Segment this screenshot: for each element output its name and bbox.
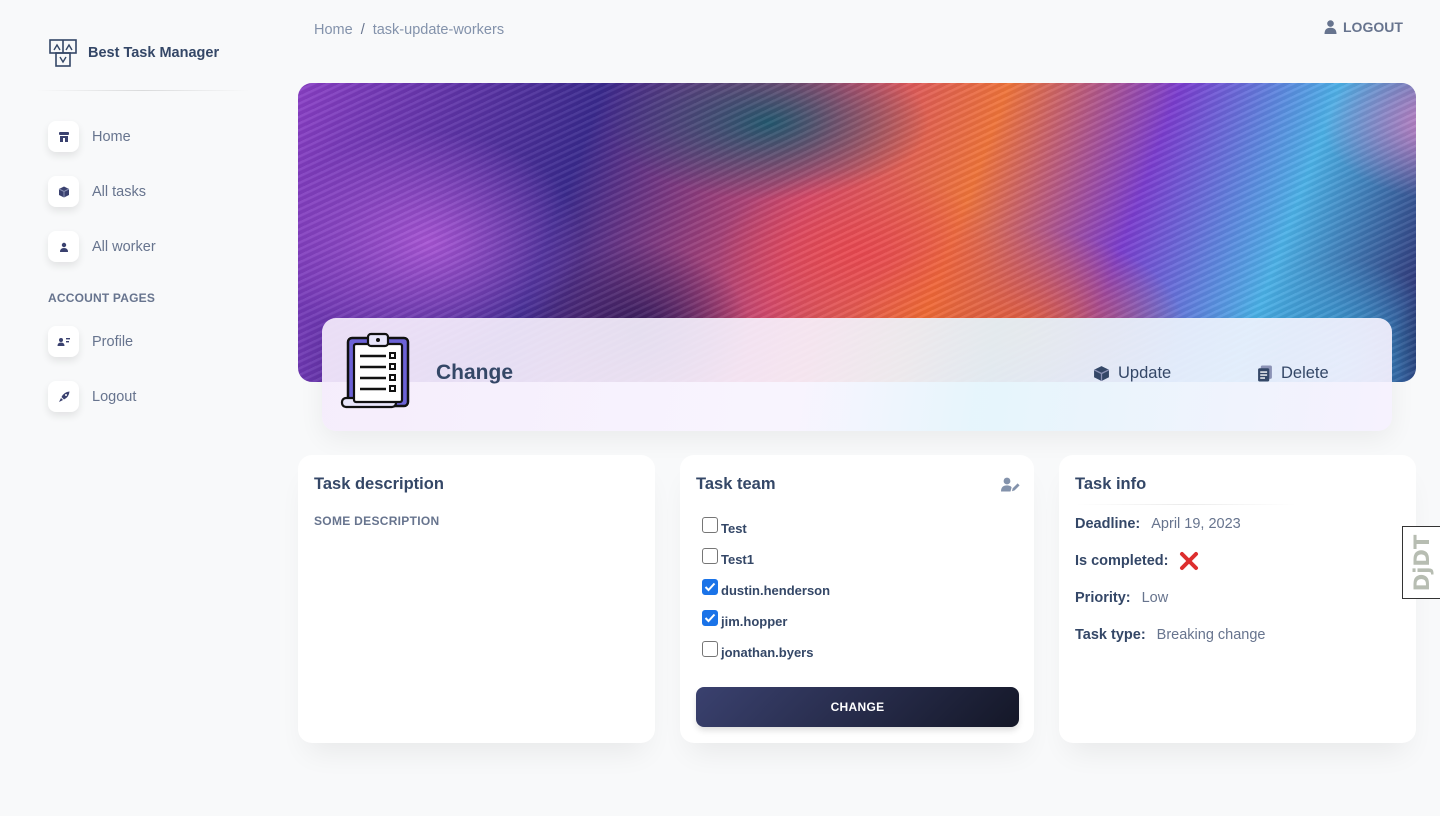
card-title: Task team: [696, 475, 776, 493]
shop-icon: [48, 121, 79, 152]
box-icon: [48, 176, 79, 207]
deadline-value: April 19, 2023: [1151, 516, 1241, 532]
worker-row: jim.hopper: [702, 610, 788, 629]
box-icon: [1093, 366, 1110, 381]
task-description-card: Task description SOME DESCRIPTION: [298, 455, 655, 743]
sidebar-item-logout[interactable]: Logout: [48, 381, 136, 412]
user-edit-icon[interactable]: [1001, 477, 1020, 492]
breadcrumb-home-link[interactable]: Home: [314, 22, 353, 38]
worker-row: jonathan.byers: [702, 641, 814, 660]
task-description-text: SOME DESCRIPTION: [314, 514, 440, 528]
clipboard-icon: [340, 332, 410, 409]
cross-mark-icon: [1180, 552, 1199, 570]
sidebar: Best Task Manager Home All tasks All wor…: [0, 0, 290, 816]
user-card-icon: [48, 326, 79, 357]
logout-link[interactable]: LOGOUT: [1324, 19, 1403, 35]
deadline-row: Deadline: April 19, 2023: [1075, 516, 1241, 532]
card-divider: [1075, 504, 1297, 505]
user-icon: [1324, 20, 1337, 34]
breadcrumb: Home / task-update-workers: [314, 22, 504, 38]
worker-checkbox-jonathan-byers[interactable]: [702, 641, 718, 657]
sidebar-item-label: Logout: [92, 388, 137, 405]
checkmark-icon: [704, 613, 716, 623]
checkmark-icon: [704, 582, 716, 592]
breadcrumb-current: task-update-workers: [372, 22, 505, 38]
sidebar-item-label: All tasks: [92, 183, 146, 200]
delete-button[interactable]: Delete: [1257, 364, 1329, 383]
task-header-card: Change Update Delete: [322, 318, 1392, 431]
task-type-value: Breaking change: [1156, 627, 1266, 643]
sidebar-item-home[interactable]: Home: [48, 121, 131, 152]
page-title: Change: [436, 361, 514, 384]
logout-label: LOGOUT: [1343, 19, 1403, 35]
priority-label: Priority:: [1075, 590, 1131, 606]
worker-row: Test1: [702, 548, 754, 567]
task-info-card: Task info Deadline: April 19, 2023 Is co…: [1059, 455, 1416, 743]
brand[interactable]: Best Task Manager: [48, 38, 219, 68]
worker-checkbox-jim-hopper[interactable]: [702, 610, 718, 626]
sidebar-item-all-tasks[interactable]: All tasks: [48, 176, 146, 207]
logo-icon: [49, 39, 77, 67]
debug-toolbar-label: DjDT: [1410, 534, 1435, 591]
task-team-card: Task team Test Test1 dustin.henderson ji…: [680, 455, 1034, 743]
update-label: Update: [1118, 364, 1172, 382]
worker-name: Test1: [721, 552, 754, 567]
sidebar-item-profile[interactable]: Profile: [48, 326, 133, 357]
change-button[interactable]: CHANGE: [696, 687, 1019, 727]
breadcrumb-separator: /: [360, 22, 365, 38]
document-icon: [1258, 365, 1272, 382]
debug-toolbar-handle[interactable]: DjDT: [1402, 526, 1440, 599]
worker-checkbox-test1[interactable]: [702, 548, 718, 564]
worker-name: Test: [721, 521, 747, 536]
deadline-label: Deadline:: [1075, 516, 1141, 532]
priority-value: Low: [1141, 590, 1169, 606]
sidebar-item-all-worker[interactable]: All worker: [48, 231, 156, 262]
worker-checkbox-dustin-henderson[interactable]: [702, 579, 718, 595]
brand-name: Best Task Manager: [88, 45, 220, 61]
sidebar-item-label: Home: [92, 128, 131, 145]
worker-name: jonathan.byers: [721, 645, 814, 660]
worker-row: dustin.henderson: [702, 579, 831, 598]
task-type-label: Task type:: [1075, 627, 1146, 643]
priority-row: Priority: Low: [1075, 590, 1168, 606]
worker-checkbox-test[interactable]: [702, 517, 718, 533]
sidebar-item-label: All worker: [92, 238, 156, 255]
worker-name: jim.hopper: [721, 614, 788, 629]
completed-label: Is completed:: [1075, 553, 1169, 569]
update-button[interactable]: Update: [1093, 364, 1171, 383]
user-icon: [48, 231, 79, 262]
delete-label: Delete: [1281, 364, 1329, 382]
card-title: Task info: [1075, 475, 1147, 493]
sidebar-item-label: Profile: [92, 333, 134, 350]
section-title-account-pages: ACCOUNT PAGES: [48, 291, 156, 305]
completed-row: Is completed:: [1075, 551, 1199, 571]
task-type-row: Task type: Breaking change: [1075, 627, 1265, 643]
worker-row: Test: [702, 517, 747, 536]
sidebar-divider: [36, 90, 250, 91]
card-title: Task description: [314, 475, 444, 493]
rocket-icon: [48, 381, 79, 412]
worker-name: dustin.henderson: [721, 583, 831, 598]
